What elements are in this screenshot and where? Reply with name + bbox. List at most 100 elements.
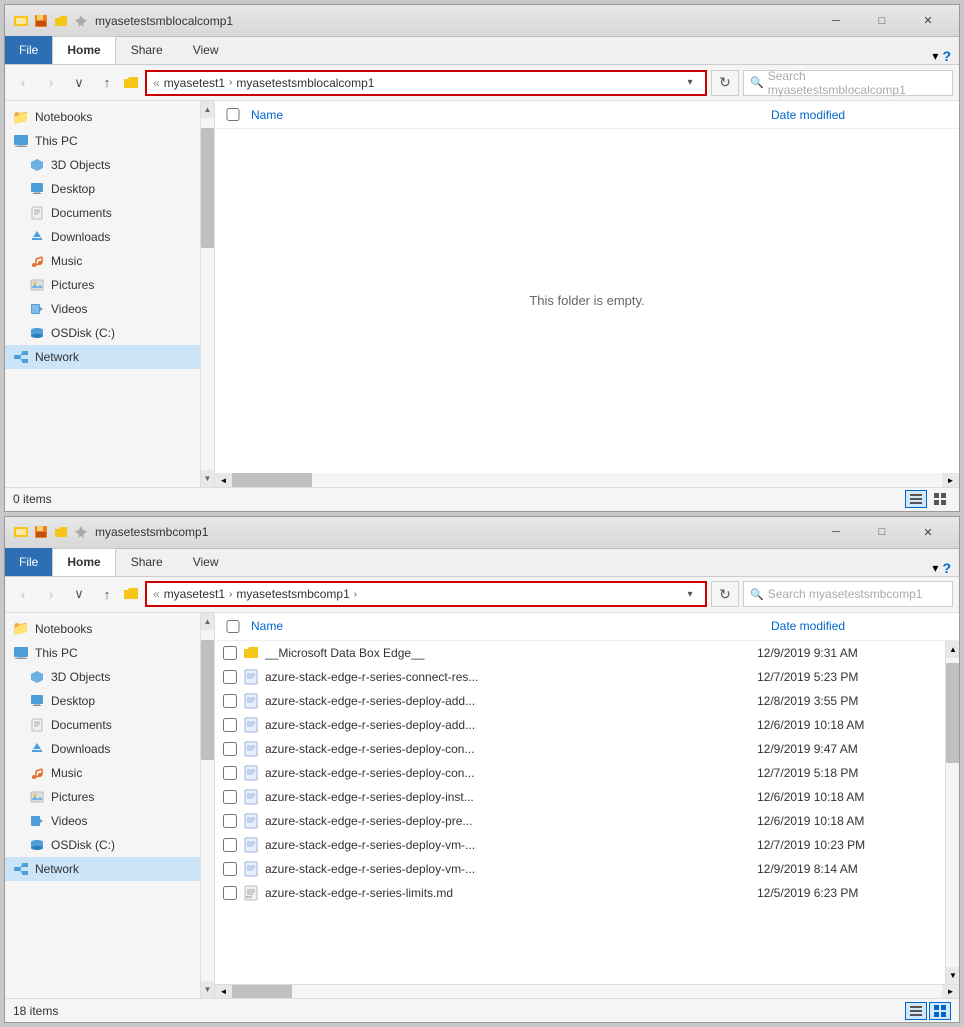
recent-button-1[interactable]: ∨ (67, 71, 91, 95)
sidebar-item-videos-1[interactable]: Videos (5, 297, 200, 321)
file-checkbox-6[interactable] (223, 790, 237, 804)
sidebar-item-osdisk-2[interactable]: OSDisk (C:) (5, 833, 200, 857)
tab-home-2[interactable]: Home (52, 548, 115, 576)
v-scroll-down-2[interactable]: ▼ (946, 967, 959, 984)
sidebar-scroll-down-1[interactable]: ▼ (201, 470, 215, 487)
tab-file-1[interactable]: File (5, 36, 52, 64)
sidebar-item-documents-2[interactable]: Documents (5, 713, 200, 737)
sidebar-scroll-thumb-1[interactable] (201, 128, 215, 248)
file-checkbox-9[interactable] (223, 862, 237, 876)
back-button-2[interactable]: ‹ (11, 582, 35, 606)
maximize-button-1[interactable]: □ (859, 5, 905, 37)
tab-home-1[interactable]: Home (52, 36, 115, 64)
sidebar-item-videos-2[interactable]: Videos (5, 809, 200, 833)
back-button-1[interactable]: ‹ (11, 71, 35, 95)
sidebar-scroll-down-2[interactable]: ▼ (201, 981, 215, 998)
close-button-1[interactable]: ✕ (905, 5, 951, 37)
v-scroll-up-2[interactable]: ▲ (946, 641, 959, 658)
sidebar-item-osdisk-1[interactable]: OSDisk (C:) (5, 321, 200, 345)
h-scroll-thumb-1[interactable] (232, 473, 312, 487)
v-scroll-thumb-2[interactable] (946, 663, 959, 763)
sidebar-item-music-2[interactable]: Music (5, 761, 200, 785)
sidebar-item-3dobjects-1[interactable]: 3D Objects (5, 153, 200, 177)
sidebar-scroll-up-2[interactable]: ▲ (201, 613, 215, 630)
sidebar-item-network-2[interactable]: Network (5, 857, 200, 881)
select-all-checkbox-1[interactable] (223, 108, 243, 121)
file-checkbox-5[interactable] (223, 766, 237, 780)
h-scroll-right-2[interactable]: ► (942, 985, 959, 999)
sidebar-scroll-up-1[interactable]: ▲ (201, 101, 215, 118)
file-row-8[interactable]: azure-stack-edge-r-series-deploy-vm-... … (215, 833, 945, 857)
file-row-4[interactable]: azure-stack-edge-r-series-deploy-con... … (215, 737, 945, 761)
view-large-btn-2[interactable] (929, 1002, 951, 1020)
sidebar-item-network-1[interactable]: Network (5, 345, 200, 369)
sidebar-item-documents-1[interactable]: Documents (5, 201, 200, 225)
h-scroll-left-1[interactable]: ◄ (215, 473, 232, 487)
h-scroll-left-2[interactable]: ◄ (215, 985, 232, 999)
view-details-btn-1[interactable] (905, 490, 927, 508)
forward-button-2[interactable]: › (39, 582, 63, 606)
up-button-2[interactable]: ↑ (95, 582, 119, 606)
tab-view-1[interactable]: View (178, 36, 234, 64)
address-dropdown-2[interactable]: ▾ (681, 581, 699, 607)
tab-view-2[interactable]: View (178, 548, 234, 576)
file-checkbox-7[interactable] (223, 814, 237, 828)
col-name-header-1[interactable]: Name (251, 108, 771, 122)
view-details-btn-2[interactable] (905, 1002, 927, 1020)
tab-file-2[interactable]: File (5, 548, 52, 576)
refresh-button-2[interactable]: ↻ (711, 581, 739, 607)
maximize-button-2[interactable]: □ (859, 516, 905, 548)
sidebar-item-3dobjects-2[interactable]: 3D Objects (5, 665, 200, 689)
search-box-1[interactable]: 🔍 Search myasetestsmblocalcomp1 (743, 70, 953, 96)
file-row-1[interactable]: azure-stack-edge-r-series-connect-res...… (215, 665, 945, 689)
tab-share-1[interactable]: Share (116, 36, 178, 64)
view-large-btn-1[interactable] (929, 490, 951, 508)
address-box-2[interactable]: « myasetest1 › myasetestsmbcomp1 › ▾ (145, 581, 707, 607)
file-row-7[interactable]: azure-stack-edge-r-series-deploy-pre... … (215, 809, 945, 833)
close-button-2[interactable]: ✕ (905, 516, 951, 548)
file-checkbox-2[interactable] (223, 694, 237, 708)
recent-button-2[interactable]: ∨ (67, 582, 91, 606)
file-checkbox-1[interactable] (223, 670, 237, 684)
chevron-down-icon-2[interactable]: ▾ (932, 561, 938, 575)
up-button-1[interactable]: ↑ (95, 71, 119, 95)
col-date-header-1[interactable]: Date modified (771, 108, 951, 122)
h-scroll-right-1[interactable]: ► (942, 473, 959, 487)
sidebar-item-music-1[interactable]: Music (5, 249, 200, 273)
file-row-3[interactable]: azure-stack-edge-r-series-deploy-add... … (215, 713, 945, 737)
minimize-button-2[interactable]: ─ (813, 516, 859, 548)
refresh-button-1[interactable]: ↻ (711, 70, 739, 96)
sidebar-item-downloads-2[interactable]: Downloads (5, 737, 200, 761)
forward-button-1[interactable]: › (39, 71, 63, 95)
sidebar-item-notebooks-1[interactable]: 📁 Notebooks (5, 105, 200, 129)
help-icon-2[interactable]: ? (942, 560, 951, 576)
h-scroll-thumb-2[interactable] (232, 985, 292, 999)
minimize-button-1[interactable]: ─ (813, 5, 859, 37)
sidebar-item-downloads-1[interactable]: Downloads (5, 225, 200, 249)
col-date-header-2[interactable]: Date modified (771, 619, 951, 633)
file-row-10[interactable]: md azure-stack-edge-r-series-limits.md 1… (215, 881, 945, 905)
help-icon[interactable]: ? (942, 48, 951, 64)
file-row-6[interactable]: azure-stack-edge-r-series-deploy-inst...… (215, 785, 945, 809)
search-box-2[interactable]: 🔍 Search myasetestsmbcomp1 (743, 581, 953, 607)
address-dropdown-1[interactable]: ▾ (681, 70, 699, 96)
address-box-1[interactable]: « myasetest1 › myasetestsmblocalcomp1 ▾ (145, 70, 707, 96)
sidebar-item-notebooks-2[interactable]: 📁 Notebooks (5, 617, 200, 641)
select-all-checkbox-2[interactable] (223, 620, 243, 633)
sidebar-item-desktop-1[interactable]: Desktop (5, 177, 200, 201)
col-name-header-2[interactable]: Name (251, 619, 771, 633)
file-checkbox-10[interactable] (223, 886, 237, 900)
sidebar-item-desktop-2[interactable]: Desktop (5, 689, 200, 713)
file-row-5[interactable]: azure-stack-edge-r-series-deploy-con... … (215, 761, 945, 785)
file-checkbox-4[interactable] (223, 742, 237, 756)
tab-share-2[interactable]: Share (116, 548, 178, 576)
chevron-down-icon[interactable]: ▾ (932, 49, 938, 63)
file-row-0[interactable]: __Microsoft Data Box Edge__ 12/9/2019 9:… (215, 641, 945, 665)
file-checkbox-3[interactable] (223, 718, 237, 732)
sidebar-item-pictures-2[interactable]: Pictures (5, 785, 200, 809)
sidebar-scroll-thumb-2[interactable] (201, 640, 215, 760)
sidebar-item-thispc-2[interactable]: This PC (5, 641, 200, 665)
file-checkbox-8[interactable] (223, 838, 237, 852)
file-row-9[interactable]: azure-stack-edge-r-series-deploy-vm-... … (215, 857, 945, 881)
sidebar-item-thispc-1[interactable]: This PC (5, 129, 200, 153)
